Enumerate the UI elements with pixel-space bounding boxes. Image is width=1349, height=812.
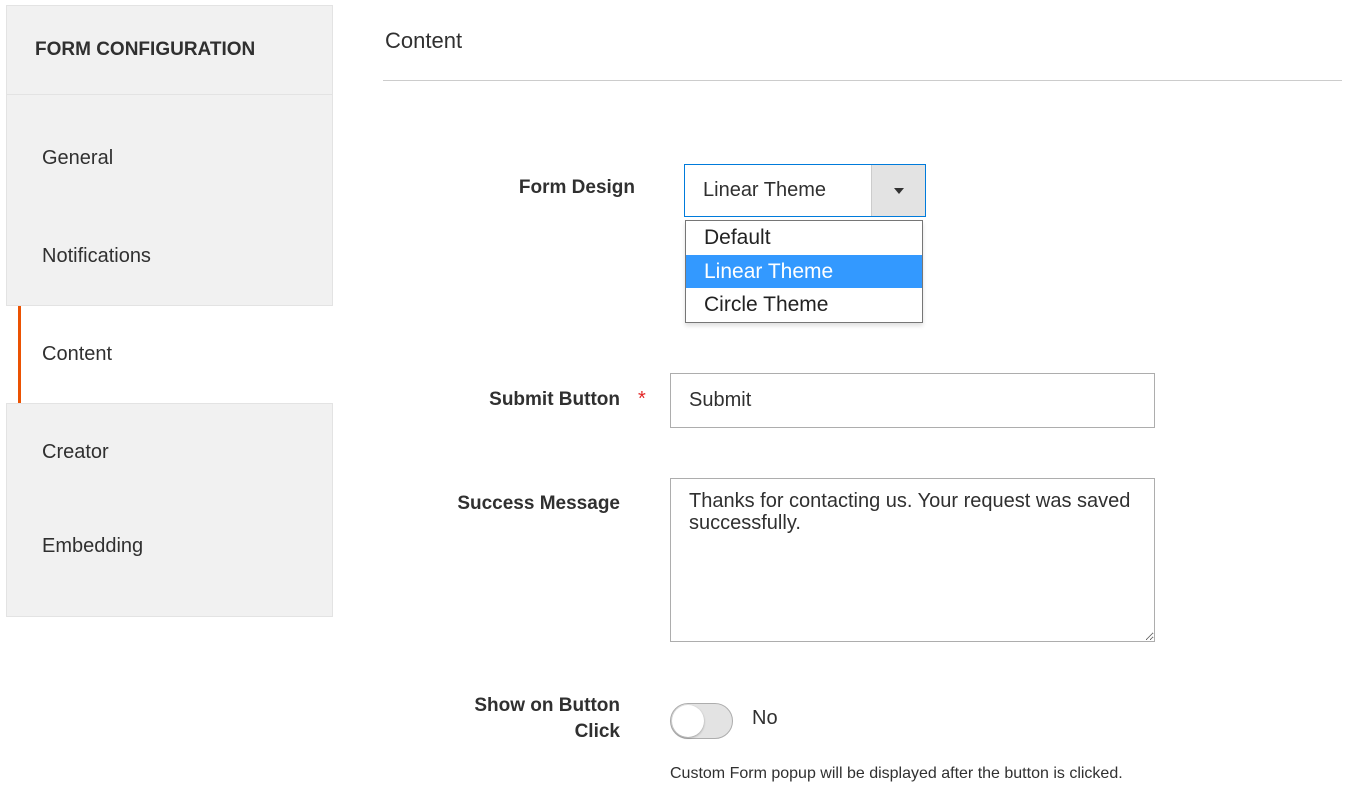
form-design-selected-value: Linear Theme: [703, 179, 827, 201]
form-design-options: Default Linear Theme Circle Theme: [685, 220, 923, 323]
sidebar-spacer: [6, 95, 333, 110]
sidebar-item-label: Creator: [42, 440, 109, 463]
sidebar-item-embedding[interactable]: Embedding: [6, 500, 333, 617]
sidebar-item-label: General: [42, 147, 114, 169]
field-note: Custom Form popup will be displayed afte…: [670, 765, 1123, 782]
sidebar-item-label: Notifications: [42, 244, 151, 267]
option-circle-theme[interactable]: Circle Theme: [686, 288, 922, 322]
toggle-state-label: No: [752, 707, 778, 729]
success-message-textarea[interactable]: Thanks for contacting us. Your request w…: [670, 478, 1155, 642]
required-marker: *: [638, 388, 646, 410]
show-on-button-click-label: Show on Button Click: [400, 693, 620, 745]
form-design-select[interactable]: Linear Theme: [684, 164, 926, 217]
submit-button-label: Submit Button: [489, 389, 620, 410]
page-title: Content: [385, 28, 463, 53]
option-default[interactable]: Default: [686, 221, 922, 255]
sidebar-item-creator[interactable]: Creator: [6, 403, 333, 500]
divider: [383, 80, 1342, 81]
sidebar-item-notifications[interactable]: Notifications: [6, 207, 333, 306]
submit-button-input[interactable]: [670, 373, 1155, 428]
form-design-label: Form Design: [518, 177, 635, 198]
select-arrow-button[interactable]: [871, 165, 925, 216]
sidebar-title: FORM CONFIGURATION: [6, 5, 333, 95]
toggle-knob: [672, 705, 704, 737]
label-line: Click: [574, 721, 620, 742]
sidebar-item-content[interactable]: Content: [18, 306, 333, 403]
sidebar: FORM CONFIGURATION: [6, 5, 333, 95]
show-on-button-click-toggle[interactable]: [670, 703, 733, 739]
label-line: Show on Button: [474, 695, 620, 716]
chevron-down-icon: [893, 187, 904, 194]
option-linear-theme[interactable]: Linear Theme: [686, 254, 922, 288]
sidebar-item-label: Content: [42, 343, 113, 365]
success-message-label: Success Message: [457, 493, 620, 514]
sidebar-item-general[interactable]: General: [6, 110, 333, 207]
sidebar-item-label: Embedding: [42, 534, 144, 557]
